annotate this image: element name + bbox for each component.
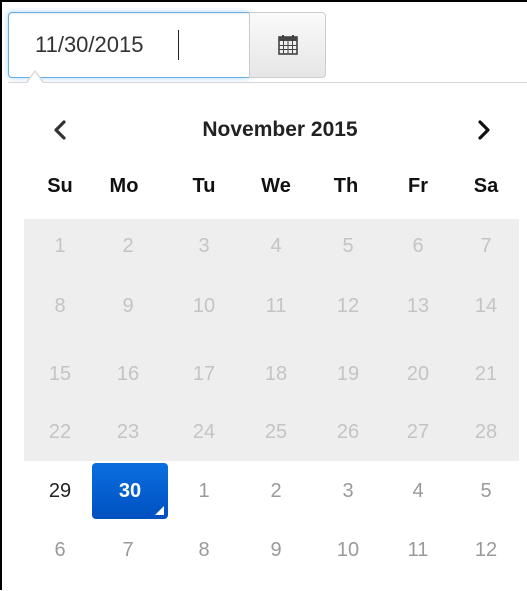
- weekday-header: We: [261, 175, 291, 197]
- day-cell-other-month[interactable]: 7: [100, 526, 156, 574]
- day-cell-disabled: 28: [474, 421, 498, 443]
- day-cell-disabled: 26: [336, 421, 360, 443]
- day-cell-other-month[interactable]: 2: [248, 467, 304, 515]
- weekday-header: Fr: [408, 175, 428, 197]
- day-cell-selected[interactable]: 30: [92, 463, 168, 519]
- day-cell-other-month[interactable]: 10: [320, 526, 376, 574]
- day-cell-disabled: 7: [480, 235, 492, 257]
- day-cell-disabled: 19: [336, 363, 360, 385]
- window-top-border: [0, 0, 527, 2]
- day-cell-other-month[interactable]: 1: [176, 467, 232, 515]
- day-cell-other-month[interactable]: 6: [32, 526, 88, 574]
- day-cell-disabled: 9: [122, 295, 134, 317]
- day-cell-disabled: 22: [48, 421, 72, 443]
- next-month-button[interactable]: [466, 110, 502, 150]
- day-cell-disabled: 17: [192, 363, 216, 385]
- day-cell-disabled: 11: [265, 295, 287, 317]
- day-cell-disabled: 10: [192, 295, 216, 317]
- calendar-toggle-button[interactable]: [249, 12, 326, 78]
- day-cell-disabled: 15: [48, 363, 72, 385]
- day-cell-disabled: 25: [264, 421, 288, 443]
- weekday-header: Sa: [473, 175, 499, 197]
- day-cell-disabled: 2: [122, 235, 134, 257]
- chevron-left-icon: [54, 120, 66, 140]
- weekday-header: Tu: [192, 175, 216, 197]
- day-cell-disabled: 21: [474, 363, 498, 385]
- day-cell-disabled: 20: [406, 363, 430, 385]
- day-cell-other-month[interactable]: 4: [390, 467, 446, 515]
- weekday-header: Su: [47, 175, 73, 197]
- day-cell-selected-label: 30: [118, 480, 142, 502]
- day-cell-disabled: 5: [342, 235, 354, 257]
- popup-pointer-inner: [27, 72, 43, 83]
- day-cell-disabled: 18: [264, 363, 288, 385]
- day-cell-disabled: 12: [336, 295, 360, 317]
- chevron-right-icon: [478, 120, 490, 140]
- text-caret: [178, 30, 179, 60]
- day-cell-disabled: 23: [116, 421, 140, 443]
- day-cell-disabled: 6: [412, 235, 424, 257]
- day-cell-other-month[interactable]: 12: [458, 526, 514, 574]
- day-cell-disabled: 24: [192, 421, 216, 443]
- prev-month-button[interactable]: [42, 110, 78, 150]
- weekday-header: Th: [333, 175, 359, 197]
- day-cell-disabled: 8: [54, 295, 66, 317]
- day-cell-other-month[interactable]: 5: [458, 467, 514, 515]
- window-left-border: [0, 0, 6, 590]
- day-cell-other-month[interactable]: 9: [248, 526, 304, 574]
- day-cell-disabled: 4: [270, 235, 282, 257]
- day-cell-other-month[interactable]: 3: [320, 467, 376, 515]
- selected-corner-indicator: [155, 506, 164, 515]
- day-cell-disabled: 14: [474, 295, 498, 317]
- day-cell-disabled: 3: [198, 235, 210, 257]
- day-cell-other-month[interactable]: 8: [176, 526, 232, 574]
- calendar-icon: [277, 35, 298, 55]
- month-title[interactable]: November 2015: [90, 112, 470, 148]
- day-cell-disabled: 16: [116, 363, 140, 385]
- day-cell-disabled: 13: [406, 295, 430, 317]
- day-cell-other-month[interactable]: 11: [390, 526, 446, 574]
- date-input[interactable]: [8, 12, 249, 78]
- day-cell[interactable]: 29: [32, 467, 88, 515]
- day-cell-disabled: 27: [406, 421, 430, 443]
- weekday-header: Mo: [109, 175, 139, 197]
- day-cell-disabled: 1: [54, 235, 66, 257]
